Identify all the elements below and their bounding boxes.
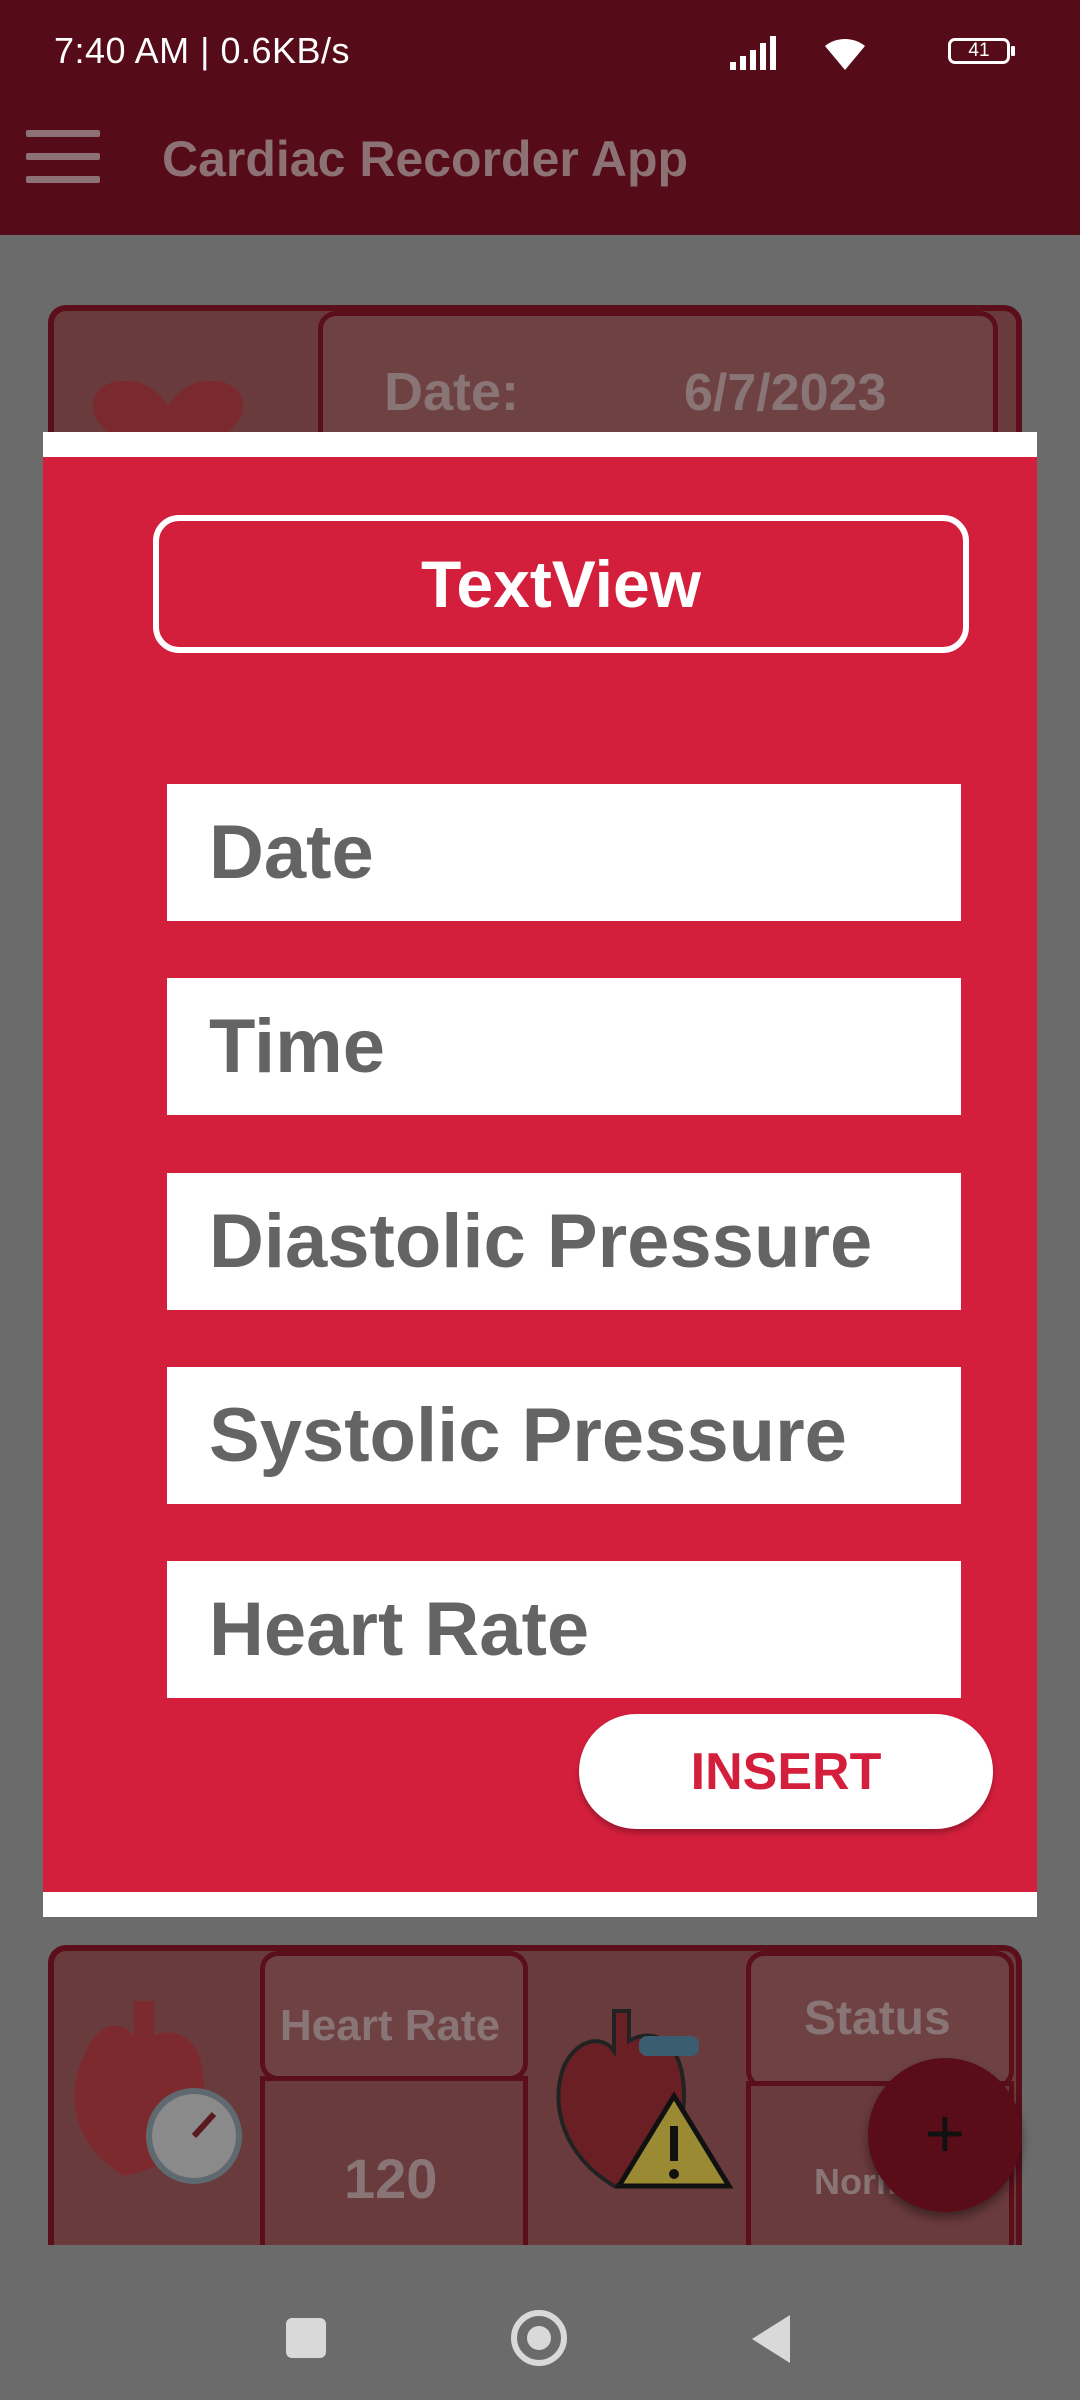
add-record-fab[interactable]: + [868,2058,1022,2212]
signal-icon [730,36,776,70]
diastolic-pressure-field[interactable] [167,1173,961,1310]
date-label: Date: [384,362,520,422]
heart-rate-value: 120 [344,2147,438,2210]
back-icon[interactable] [752,2315,790,2363]
date-field[interactable] [167,784,961,921]
insert-dialog: TextView INSERT [43,432,1037,1917]
battery-icon: 41 [948,38,1015,64]
navigation-bar [0,2245,1080,2400]
recent-apps-icon[interactable] [286,2318,326,2358]
dialog-body: TextView INSERT [43,457,1037,1892]
status-bar: 7:40 AM | 0.6KB/s 41 [0,0,1080,105]
record-card-bottom: Heart Rate 120 Status Norm [48,1945,1022,2251]
wifi-icon [825,38,865,70]
status-icons: 41 [720,28,1020,78]
app-bar: Cardiac Recorder App [0,105,1080,235]
app-title: Cardiac Recorder App [162,131,689,187]
status-time: 7:40 AM | 0.6KB/s [54,30,351,71]
heart-warning-icon [556,2009,734,2189]
heart-gauge-icon [74,2001,242,2184]
date-value: 6/7/2023 [684,364,887,422]
systolic-pressure-field[interactable] [167,1367,961,1504]
home-icon[interactable] [511,2310,567,2366]
dialog-title: TextView [153,515,969,653]
status-label: Status [804,1992,951,2045]
time-field[interactable] [167,978,961,1115]
menu-icon[interactable] [26,130,100,190]
insert-button[interactable]: INSERT [579,1714,993,1829]
heart-rate-label: Heart Rate [280,2001,501,2050]
heart-rate-field[interactable] [167,1561,961,1698]
